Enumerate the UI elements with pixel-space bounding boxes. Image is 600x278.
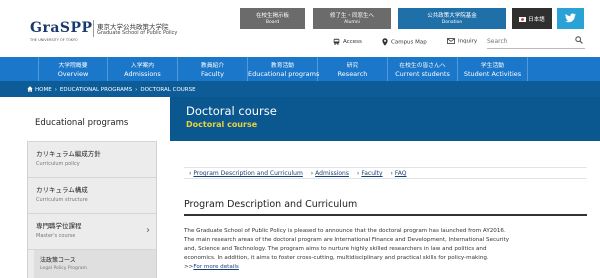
sidebar-item-label-jp: 専門職学位課程: [36, 222, 82, 230]
subnav-link-faq[interactable]: FAQ: [395, 170, 407, 177]
nav-label-jp: 研究: [346, 63, 359, 69]
sidebar: Educational programs カリキュラム編成方針 Curricul…: [27, 110, 157, 278]
logo-english-name: Graduate School of Public Policy: [97, 30, 178, 36]
map-pin-icon: [382, 38, 388, 46]
breadcrumb: HOME › EDUCATIONAL PROGRAMS › DOCTORAL COURS…: [0, 81, 600, 97]
alumni-label-en: Alumni: [344, 20, 360, 25]
sidebar-item-label-jp: カリキュラム編成方針: [36, 150, 101, 158]
chevron-right-icon: ›: [54, 87, 57, 93]
sidebar-item-curriculum-policy[interactable]: カリキュラム編成方針 Curriculum policy: [28, 142, 156, 178]
board-label-jp: 在校生掲示板: [255, 13, 289, 19]
paragraph-line: economics. In addition, it aims to foste…: [184, 255, 489, 261]
sidebar-item-label-jp: カリキュラム構成: [36, 186, 88, 194]
paragraph-line: The Graduate School of Public Policy is …: [184, 228, 506, 234]
sidebar-subitem-legal-policy[interactable]: 法政策コース Legal Policy Program: [34, 250, 156, 278]
chevron-right-icon: ›: [310, 170, 314, 177]
nav-label-jp: 教育活動: [270, 63, 295, 69]
nav-label-en: Educational programs: [248, 70, 320, 78]
twitter-icon: [565, 13, 576, 23]
nav-label-jp: 入学案内: [130, 63, 155, 69]
donation-label-en: Donation: [441, 20, 463, 25]
search-icon[interactable]: [575, 36, 583, 44]
nav-item-faculty[interactable]: 教員紹介 Faculty: [178, 57, 248, 81]
more-details: >>For more details: [184, 264, 239, 270]
alumni-button[interactable]: 修了生・同窓生へ Alumni: [313, 8, 391, 29]
nav-item-educational-programs[interactable]: 教育活動 Educational programs: [248, 57, 320, 81]
sidebar-heading: Educational programs: [27, 110, 157, 142]
sidebar-item-label-en: Curriculum policy: [36, 161, 80, 167]
nav-label-en: Current students: [395, 70, 450, 78]
japan-flag-icon: [519, 17, 527, 22]
japanese-language-button[interactable]: 日本語: [512, 8, 552, 29]
more-details-link[interactable]: For more details: [193, 264, 238, 270]
nav-label-en: Faculty: [200, 70, 225, 78]
section-heading: Program Description and Curriculum: [184, 199, 358, 210]
nav-label-en: Overview: [57, 70, 89, 78]
bus-icon: [333, 38, 340, 45]
alumni-label-jp: 修了生・同窓生へ: [329, 13, 374, 19]
twitter-button[interactable]: [557, 8, 584, 29]
page-title: Doctoral course: [186, 104, 277, 118]
search-input[interactable]: [487, 35, 567, 47]
paragraph-line: and, Science and Technology. The program…: [184, 246, 487, 252]
sidebar-subitem-label-en: Legal Policy Program: [40, 266, 87, 271]
nav-label-en: Admissions: [124, 70, 161, 78]
japanese-label: 日本語: [512, 15, 552, 23]
chevron-right-icon: ›: [356, 170, 360, 177]
home-icon: [27, 86, 33, 92]
access-link[interactable]: Access: [333, 38, 362, 45]
breadcrumb-educational-programs[interactable]: EDUCATIONAL PROGRAMS: [60, 87, 132, 93]
section-paragraph: The Graduate School of Public Policy is …: [184, 227, 594, 263]
paragraph-line: The main research areas of the doctoral …: [184, 237, 510, 243]
inquiry-link[interactable]: Inquiry: [447, 38, 477, 45]
page-title-band: Doctoral course Doctoral course: [170, 97, 600, 141]
donation-label-jp: 公共政策大学院基金: [427, 13, 477, 19]
subnav-link-program-description[interactable]: Program Description and Curriculum: [193, 170, 302, 177]
chevron-right-icon: ›: [135, 87, 138, 93]
japanese-label-text: 日本語: [528, 17, 545, 23]
nav-item-student-activities[interactable]: 学生活動 Student Activities: [458, 57, 528, 81]
board-label-en: Board: [265, 20, 280, 25]
sidebar-item-label-en: Curriculum structure: [36, 197, 88, 203]
nav-item-current-students[interactable]: 在校生の皆さんへ Current students: [388, 57, 458, 81]
nav-label-jp: 在校生の皆さんへ: [399, 63, 446, 69]
access-label: Access: [343, 39, 362, 45]
in-page-navigation: › Program Description and Curriculum › Adm…: [184, 167, 587, 179]
nav-label-en: Research: [337, 70, 368, 78]
mail-icon: [447, 38, 455, 44]
nav-item-overview[interactable]: 大学院概要 Overview: [38, 57, 108, 81]
sidebar-item-label-en: Master's course: [36, 233, 76, 239]
chevron-right-icon: ›: [390, 170, 393, 177]
site-header: GraSPP THE UNIVERSITY OF TOKYO 東京大学公共政策大…: [0, 0, 600, 55]
sidebar-item-curriculum-structure[interactable]: カリキュラム構成 Curriculum structure: [28, 178, 156, 214]
more-prefix: >>: [184, 264, 194, 270]
campus-map-label: Campus Map: [391, 39, 427, 46]
nav-item-research[interactable]: 研究 Research: [318, 57, 388, 81]
nav-label-en: Student Activities: [463, 70, 522, 78]
subnav-link-admissions[interactable]: Admissions: [315, 170, 349, 177]
subnav-link-faculty[interactable]: Faculty: [361, 170, 382, 177]
inquiry-label: Inquiry: [458, 38, 478, 45]
sidebar-subitem-label-jp: 法政策コース: [40, 257, 76, 264]
logo-wordmark: GraSPP: [30, 20, 93, 36]
chevron-right-icon: ›: [189, 170, 192, 177]
logo-divider: [93, 20, 94, 37]
search-box: [487, 33, 585, 49]
nav-label-jp: 教員紹介: [200, 63, 225, 69]
section-divider: [184, 214, 587, 216]
board-button[interactable]: 在校生掲示板 Board: [240, 8, 305, 29]
nav-label-jp: 大学院概要: [58, 63, 88, 69]
breadcrumb-home[interactable]: HOME: [35, 87, 52, 93]
nav-item-admissions[interactable]: 入学案内 Admissions: [108, 57, 178, 81]
page-subtitle: Doctoral course: [186, 120, 258, 129]
chevron-right-icon[interactable]: ›: [146, 225, 150, 236]
logo-university: THE UNIVERSITY OF TOKYO: [30, 38, 78, 42]
main-navigation: 大学院概要 Overview 入学案内 Admissions 教員紹介 Facu…: [0, 57, 600, 81]
campus-map-link[interactable]: Campus Map: [382, 38, 427, 46]
donation-button[interactable]: 公共政策大学院基金 Donation: [398, 8, 506, 29]
nav-label-jp: 学生活動: [480, 63, 505, 69]
sidebar-item-masters-course[interactable]: 専門職学位課程 Master's course ›: [28, 214, 156, 250]
breadcrumb-current: DOCTORAL COURSE: [140, 87, 196, 93]
